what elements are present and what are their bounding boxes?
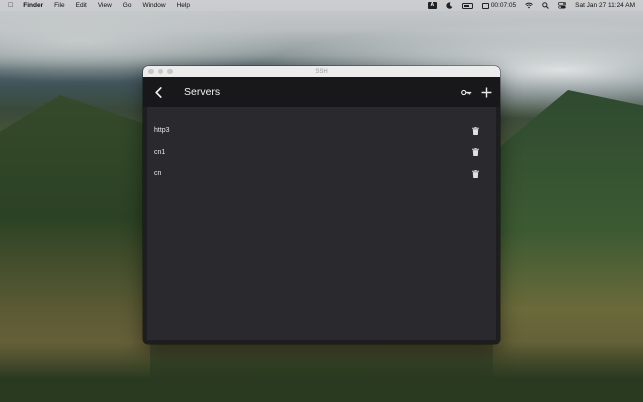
- servers-panel: http3 cn1 cn: [147, 107, 496, 340]
- plus-icon: [481, 87, 491, 97]
- app-header: Servers: [143, 77, 500, 107]
- delete-server-button[interactable]: [470, 169, 480, 179]
- page-title: Servers: [184, 86, 221, 98]
- wifi-icon[interactable]: [525, 2, 533, 9]
- moon-icon[interactable]: [446, 2, 453, 9]
- menu-edit[interactable]: Edit: [76, 2, 87, 9]
- server-name: http3: [154, 127, 170, 135]
- delete-server-button[interactable]: [470, 147, 480, 157]
- menu-help[interactable]: Help: [177, 2, 190, 9]
- trash-icon: [471, 169, 479, 178]
- key-icon: [460, 89, 471, 95]
- back-button[interactable]: [151, 85, 165, 99]
- window-titlebar[interactable]: SSH: [143, 66, 500, 77]
- trash-icon: [471, 126, 479, 135]
- menu-go[interactable]: Go: [123, 2, 132, 9]
- status-area: A 00:07:05 Sat Jan 27 11:24 AM: [427, 2, 635, 9]
- wallpaper-trees: [0, 342, 643, 402]
- server-name: cn: [154, 170, 162, 178]
- server-row[interactable]: cn1: [147, 142, 496, 164]
- chevron-left-icon: [154, 86, 162, 98]
- server-list: http3 cn1 cn: [147, 107, 496, 185]
- menu-bar:  Finder File Edit View Go Window Help A…: [0, 0, 643, 11]
- menu-view[interactable]: View: [98, 2, 112, 9]
- window-title: SSH: [315, 68, 328, 75]
- ssh-window: SSH Servers http3 cn1 cn: [143, 66, 500, 344]
- menu-window[interactable]: Window: [142, 2, 165, 9]
- timer-text: 00:07:05: [490, 2, 517, 9]
- server-row[interactable]: http3: [147, 120, 496, 142]
- screen-recording-icon: [481, 2, 489, 9]
- delete-server-button[interactable]: [470, 126, 480, 136]
- control-center-icon[interactable]: [558, 2, 567, 9]
- menu-datetime[interactable]: Sat Jan 27 11:24 AM: [575, 2, 635, 9]
- trash-icon: [471, 148, 479, 157]
- keys-button[interactable]: [460, 86, 472, 98]
- search-icon[interactable]: [542, 2, 550, 9]
- add-server-button[interactable]: [480, 86, 492, 98]
- menu-file[interactable]: File: [54, 2, 64, 9]
- header-actions: [460, 86, 492, 98]
- input-source-icon[interactable]: A: [427, 2, 437, 9]
- menu-app-name[interactable]: Finder: [23, 2, 43, 9]
- apple-menu-icon[interactable]: : [8, 2, 13, 9]
- server-row[interactable]: cn: [147, 163, 496, 185]
- battery-icon[interactable]: [461, 2, 473, 9]
- screen-recording-timer[interactable]: 00:07:05: [481, 2, 517, 9]
- server-name: cn1: [154, 148, 166, 156]
